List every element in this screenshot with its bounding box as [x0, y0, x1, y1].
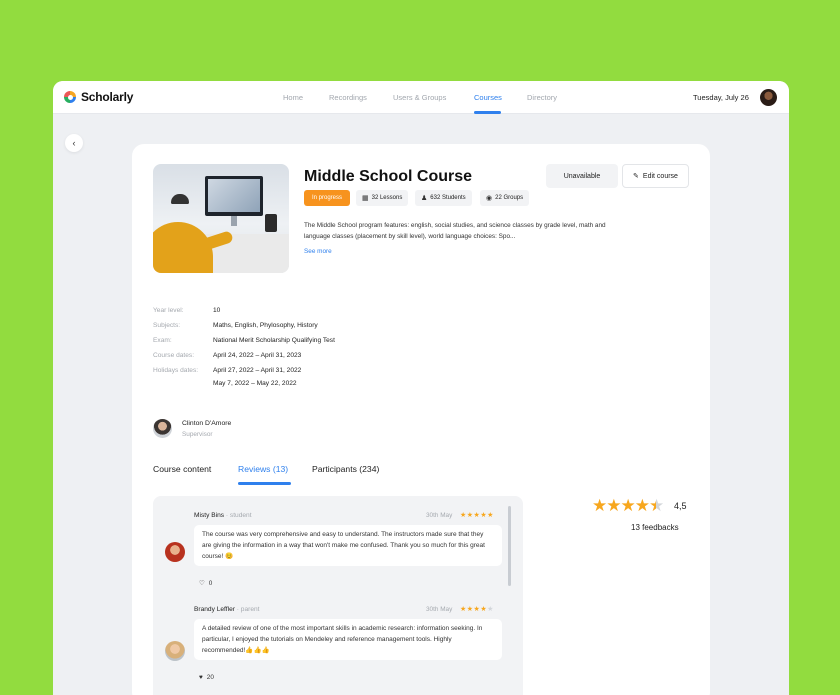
course-dates-label: Course dates:	[153, 352, 195, 359]
like-count: 20	[206, 674, 214, 681]
group-icon: ◉	[486, 195, 493, 202]
course-card: Middle School Course In progress ▦ 32 Le…	[132, 144, 710, 695]
supervisor-avatar	[153, 419, 172, 438]
like-count: 0	[208, 579, 213, 587]
current-date: Tuesday, July 26	[693, 93, 749, 102]
edit-course-label: Edit course	[642, 172, 678, 180]
tab-active-indicator	[238, 482, 291, 485]
groups-count: 22 Groups	[495, 195, 524, 201]
reviews-list: Misty Bins · student 30th May ★★★★★ The …	[153, 496, 523, 695]
scrollbar[interactable]	[508, 506, 511, 586]
students-chip: ♟ 632 Students	[415, 190, 472, 206]
app-window: Scholarly Home Recordings Users & Groups…	[53, 81, 789, 695]
review-date: 30th May	[426, 606, 453, 613]
review-stars: ★★★★★	[460, 512, 494, 519]
course-description: The Middle School program features: engl…	[304, 222, 606, 240]
exam-label: Exam:	[153, 337, 172, 344]
review-text: The course was very comprehensive and ea…	[194, 525, 502, 566]
review-stars: ★★★★★	[460, 606, 494, 613]
nav-item-courses[interactable]: Courses	[474, 93, 502, 102]
book-icon: ▦	[362, 195, 369, 202]
exam-value: National Merit Scholarship Qualifying Te…	[213, 337, 335, 344]
course-dates-value: April 24, 2022 – April 31, 2023	[213, 352, 302, 359]
reviewer-avatar	[165, 641, 185, 661]
nav-item-recordings[interactable]: Recordings	[329, 93, 367, 102]
users-icon: ♟	[421, 195, 428, 202]
chevron-left-icon: ‹	[72, 138, 76, 148]
students-count: 632 Students	[430, 195, 466, 201]
feedback-count: 13 feedbacks	[631, 523, 679, 532]
nav-active-indicator	[474, 111, 501, 114]
groups-chip: ◉ 22 Groups	[480, 190, 530, 206]
main-nav: Home Recordings Users & Groups Courses D…	[53, 81, 789, 114]
reviewer-avatar	[165, 542, 185, 562]
nav-item-users-groups[interactable]: Users & Groups	[393, 93, 446, 102]
heart-filled-icon: ♥	[199, 674, 203, 681]
year-level-label: Year level:	[153, 307, 184, 314]
like-button[interactable]: ♥ 20	[199, 674, 214, 681]
supervisor-name: Clinton D'Amore	[182, 420, 232, 427]
see-more-link[interactable]: See more	[304, 248, 332, 255]
rating-stars: ★★★★★	[592, 496, 664, 515]
like-button[interactable]: ♡ 0	[199, 579, 213, 588]
supervisor-role: Supervisor	[182, 431, 213, 438]
heart-icon: ♡	[199, 580, 205, 587]
lessons-chip: ▦ 32 Lessons	[356, 190, 409, 206]
tab-course-content[interactable]: Course content	[153, 464, 211, 474]
holiday-dates-label: Holidays dates:	[153, 367, 199, 374]
user-avatar[interactable]	[760, 89, 777, 106]
holiday-dates-value-1: April 27, 2022 – April 31, 2022	[213, 367, 302, 374]
reviewer-name: Misty Bins · student	[194, 512, 252, 519]
unavailable-button[interactable]: Unavailable	[546, 164, 618, 188]
rating-value: 4,5	[674, 501, 687, 511]
subjects-label: Subjects:	[153, 322, 181, 329]
course-image	[153, 164, 289, 273]
status-badge: In progress	[304, 190, 350, 206]
back-button[interactable]: ‹	[65, 134, 83, 152]
nav-item-home[interactable]: Home	[283, 93, 303, 102]
review-date: 30th May	[426, 512, 453, 519]
review-text: A detailed review of one of the most imp…	[194, 619, 502, 660]
reviewer-name: Brandy Leffler · parent	[194, 606, 260, 613]
lessons-count: 32 Lessons	[371, 195, 403, 201]
pencil-icon: ✎	[633, 173, 639, 180]
subjects-value: Maths, English, Phylosophy, History	[213, 322, 318, 329]
tab-reviews[interactable]: Reviews (13)	[238, 464, 288, 474]
edit-course-button[interactable]: ✎ Edit course	[622, 164, 689, 188]
top-bar: Scholarly Home Recordings Users & Groups…	[53, 81, 789, 114]
holiday-dates-value-2: May 7, 2022 – May 22, 2022	[213, 380, 297, 387]
year-level-value: 10	[213, 307, 221, 314]
nav-item-directory[interactable]: Directory	[527, 93, 557, 102]
course-title: Middle School Course	[304, 168, 473, 185]
tab-participants[interactable]: Participants (234)	[312, 464, 379, 474]
